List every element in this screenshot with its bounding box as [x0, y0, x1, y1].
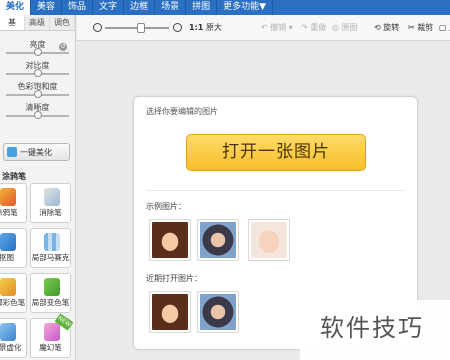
tool-recolor-pen[interactable]: 局部变色笔	[30, 273, 71, 313]
sharpness-knob[interactable]	[33, 111, 42, 119]
one-click-beautify-button[interactable]: 一键美化	[3, 143, 70, 161]
tool-label: 消除笔	[39, 208, 62, 217]
tool-background-blur[interactable]: 背景虚化	[0, 318, 27, 358]
divider	[146, 190, 405, 191]
tool-label: 魔幻笔	[39, 343, 62, 352]
redo-label: 重做	[310, 23, 327, 32]
compare-original-label: 原图	[341, 23, 358, 32]
scissors-icon	[0, 233, 16, 251]
sample-image-3[interactable]	[248, 219, 290, 261]
tool-doodle-pen[interactable]: 涂鸦笔	[0, 183, 27, 223]
saturation-slider[interactable]: 色彩饱和度	[0, 79, 75, 100]
tab-advanced[interactable]: 高级	[25, 15, 50, 30]
brush-section-title: 涂鸦笔	[2, 172, 26, 181]
crop-button[interactable]: ✂ 裁剪	[408, 22, 433, 33]
top-menu-bar: 美化 美容 饰品 文字 边框 场景 拼图 更多功能▼	[0, 0, 450, 15]
menu-cosmetic[interactable]: 美容	[31, 0, 63, 15]
magic-wand-icon	[7, 147, 17, 157]
photo-thumbnail	[152, 294, 188, 330]
undo-button[interactable]: ↶ 撤销 ▾	[261, 22, 293, 33]
redo-button[interactable]: ↷ 重做	[301, 22, 326, 33]
watermark-text: 软件技巧	[320, 314, 424, 342]
rotate-button[interactable]: ⟲ 旋转	[374, 22, 399, 33]
zoom-in-icon[interactable]	[173, 23, 182, 32]
original-size-button[interactable]: 1:1 原大	[189, 22, 222, 33]
menu-scene[interactable]: 场景	[155, 0, 187, 15]
tool-eraser-pen[interactable]: 消除笔	[30, 183, 71, 223]
photo-thumbnail	[152, 222, 188, 258]
sample-images-label: 示例图片：	[146, 202, 186, 211]
resize-button[interactable]: ▢ 尺	[439, 22, 450, 33]
eraser-icon	[44, 188, 60, 206]
one-click-beautify-label: 一键美化	[20, 147, 52, 157]
photo-thumbnail	[200, 294, 236, 330]
pen-icon	[0, 188, 16, 206]
rotate-label: 旋转	[383, 23, 400, 32]
tool-mosaic[interactable]: 局部马赛克	[30, 228, 71, 268]
sharpness-slider[interactable]: 清晰度	[0, 100, 75, 121]
panel-title: 选择你要编辑的图片	[146, 107, 218, 116]
crop-label: 裁剪	[417, 23, 434, 32]
tool-color-pen[interactable]: 局部彩色笔	[0, 273, 27, 313]
watermark: 软件技巧	[300, 300, 450, 360]
recent-image-2[interactable]	[197, 291, 239, 333]
tool-label: 局部彩色笔	[0, 298, 26, 307]
brightness-knob[interactable]	[33, 48, 42, 56]
adjust-tabs: 基 高级 调色	[0, 15, 75, 31]
original-size-label: 原大	[205, 23, 222, 32]
menu-more[interactable]: 更多功能▼	[217, 0, 274, 15]
tool-magic-pen[interactable]: 魔幻笔 NEW	[30, 313, 74, 358]
tool-label: 涂鸦笔	[0, 208, 18, 217]
tool-label: 局部变色笔	[31, 298, 70, 307]
recolor-pen-icon	[44, 278, 60, 296]
tool-label: 局部马赛克	[31, 253, 70, 262]
menu-collage[interactable]: 拼图	[186, 0, 218, 15]
zoom-out-icon[interactable]	[93, 23, 102, 32]
undo-label: 撤销	[270, 23, 287, 32]
photo-thumbnail	[251, 222, 287, 258]
mosaic-icon	[44, 233, 60, 251]
photo-thumbnail	[200, 222, 236, 258]
menu-border[interactable]: 边框	[124, 0, 156, 15]
brightness-slider[interactable]: 亮度	[0, 37, 75, 58]
tool-label: 抠图	[0, 253, 14, 262]
menu-accessories[interactable]: 饰品	[62, 0, 94, 15]
color-pen-icon	[0, 278, 16, 296]
tool-label: 背景虚化	[0, 343, 22, 352]
compare-original-button[interactable]: ◎ 原图	[332, 22, 358, 33]
saturation-knob[interactable]	[33, 90, 42, 98]
contrast-knob[interactable]	[33, 69, 42, 77]
tab-basic[interactable]: 基	[0, 15, 25, 30]
blur-icon	[0, 323, 16, 341]
left-panel: 基 高级 调色 ↺ 亮度 对比度 色彩饱和度 清晰度 一键美化 涂鸦笔 涂鸦笔 …	[0, 15, 76, 360]
magic-pen-icon	[44, 323, 60, 341]
zoom-slider-knob[interactable]	[137, 23, 145, 33]
contrast-slider[interactable]: 对比度	[0, 58, 75, 79]
sample-image-1[interactable]	[149, 219, 191, 261]
tab-color[interactable]: 调色	[50, 15, 75, 30]
sample-image-2[interactable]	[197, 219, 239, 261]
recent-image-1[interactable]	[149, 291, 191, 333]
menu-text[interactable]: 文字	[93, 0, 125, 15]
toolbar: 1:1 原大 ↶ 撤销 ▾ ↷ 重做 ◎ 原图 ⟲ 旋转 ✂ 裁剪 ▢ 尺	[77, 15, 450, 41]
recent-images-label: 近期打开图片：	[146, 274, 202, 283]
ratio-label: 1:1	[189, 23, 204, 32]
open-image-button[interactable]: 打开一张图片	[186, 134, 366, 171]
menu-beautify[interactable]: 美化	[0, 0, 32, 15]
tool-cutout[interactable]: 抠图	[0, 228, 27, 268]
